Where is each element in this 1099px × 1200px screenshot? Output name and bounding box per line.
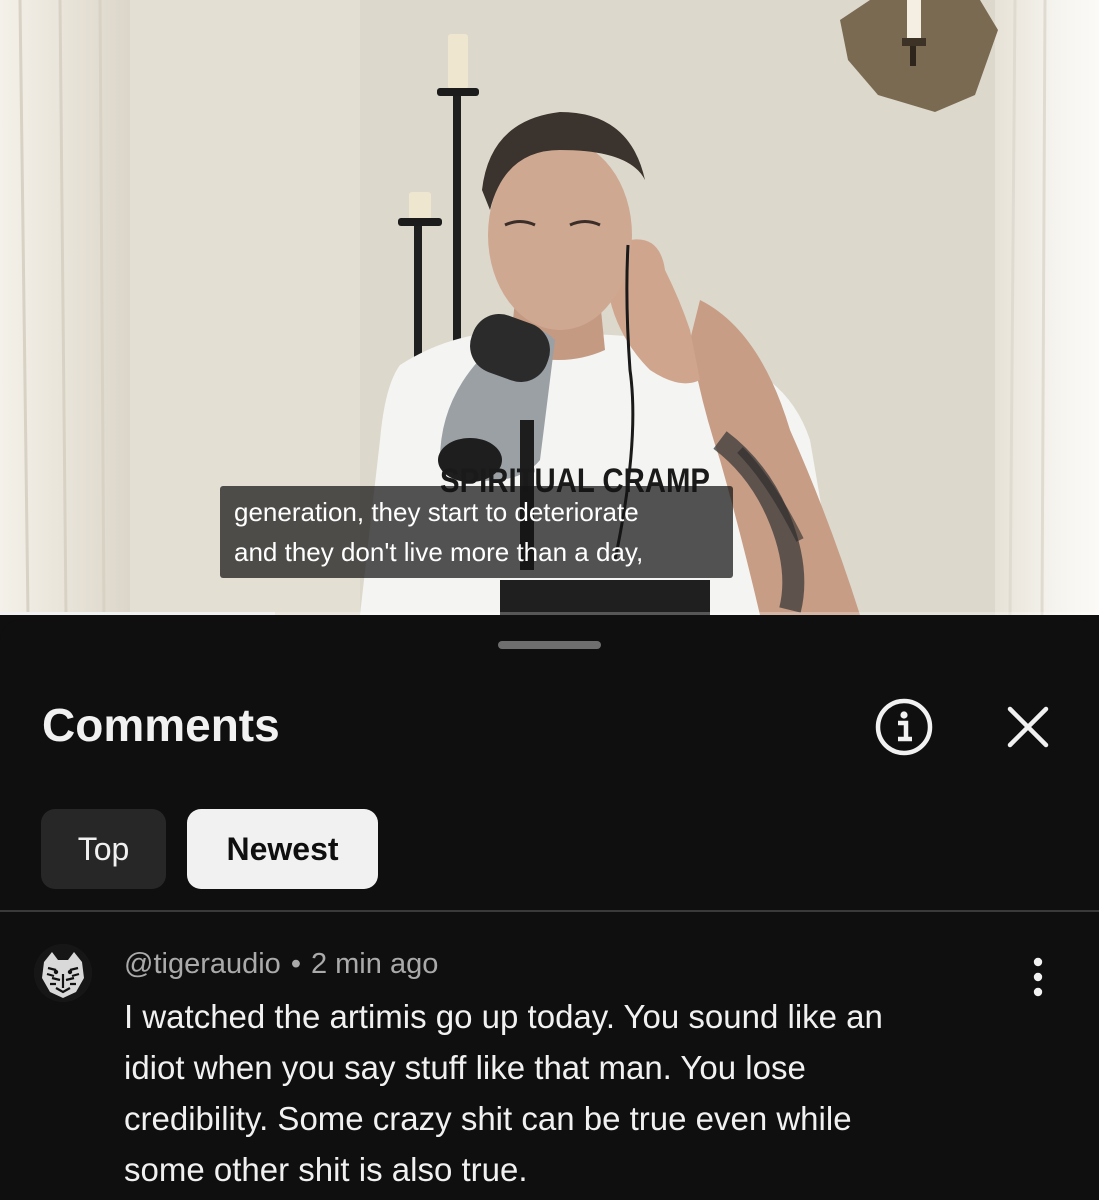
comment-more-button[interactable] (1020, 951, 1056, 1003)
video-player[interactable]: SPIRITUAL CRAMP generation, they start t… (0, 0, 1099, 615)
close-icon (1007, 706, 1049, 748)
comment-body: I watched the artimis go up today. You s… (124, 991, 1024, 1195)
comment-meta: @tigeraudio • 2 min ago (124, 944, 438, 984)
info-button[interactable] (872, 695, 936, 759)
comment-line: some other shit is also true. (124, 1151, 528, 1188)
sheet-drag-handle[interactable] (498, 641, 601, 649)
comment-line: idiot when you say stuff like that man. … (124, 1049, 806, 1086)
close-button[interactable] (1000, 699, 1056, 755)
video-progress-fill (0, 612, 275, 615)
comment-line: credibility. Some crazy shit can be true… (124, 1100, 852, 1137)
filter-chip-top[interactable]: Top (41, 809, 166, 889)
video-subtitle: generation, they start to deteriorate an… (220, 486, 733, 578)
subtitle-line: generation, they start to deteriorate (234, 497, 639, 527)
comment-line: I watched the artimis go up today. You s… (124, 998, 883, 1035)
tiger-avatar-icon (34, 944, 92, 1002)
more-vertical-icon (1033, 957, 1043, 997)
screen: SPIRITUAL CRAMP generation, they start t… (0, 0, 1099, 1200)
video-progress-bar[interactable] (0, 612, 1099, 615)
comment-timestamp: 2 min ago (310, 948, 439, 980)
info-circle-icon (875, 698, 933, 756)
subtitle-line: and they don't live more than a day, (234, 537, 644, 567)
comments-title: Comments (42, 699, 280, 751)
comments-sheet: Comments Top Newest @tigeraudio • 2 min … (0, 619, 1099, 1200)
comment-avatar[interactable] (34, 944, 92, 1002)
filter-chip-newest[interactable]: Newest (187, 809, 378, 889)
divider (0, 910, 1099, 912)
meta-separator: • (290, 948, 301, 980)
comment-author[interactable]: @tigeraudio (124, 948, 281, 980)
